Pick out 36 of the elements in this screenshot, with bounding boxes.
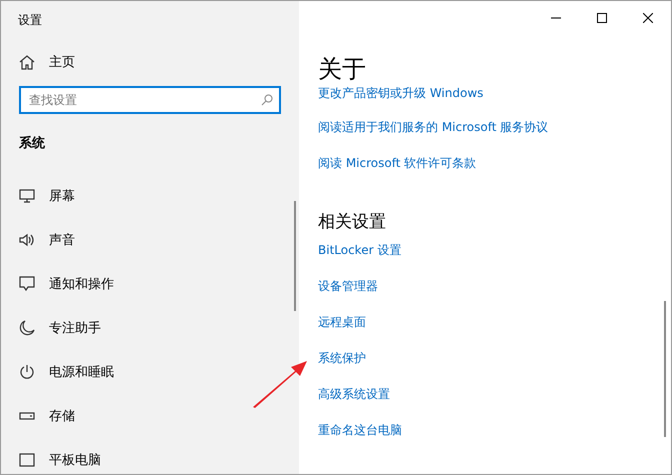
section-heading: 系统 (19, 134, 46, 152)
close-icon (643, 13, 653, 23)
maximize-icon (597, 13, 607, 23)
nav-item[interactable]: 屏幕 (1, 174, 299, 218)
nav-item[interactable]: 电源和睡眠 (1, 350, 299, 394)
page-title: 关于 (318, 54, 367, 85)
section-heading: 相关设置 (318, 211, 387, 234)
window-title: 设置 (17, 12, 43, 29)
nav-item[interactable]: 专注助手 (1, 306, 299, 350)
annotation-arrow (251, 359, 309, 409)
link[interactable]: 重命名这台电脑 (318, 422, 402, 439)
link[interactable]: BitLocker 设置 (318, 242, 402, 259)
nav-item[interactable]: 存储 (1, 394, 299, 438)
storage-drive-icon (19, 411, 35, 421)
link[interactable]: 更改产品密钥或升级 Windows (318, 85, 484, 102)
power-icon (19, 364, 35, 380)
link[interactable]: 设备管理器 (318, 278, 378, 295)
nav-item[interactable]: 通知和操作 (1, 262, 299, 306)
tablet-icon (19, 452, 35, 468)
home-icon (19, 54, 35, 70)
home-nav-item[interactable]: 主页 (19, 53, 299, 71)
speech-bubble-icon (19, 276, 35, 292)
nav-item[interactable]: 平板电脑 (1, 438, 299, 474)
link[interactable]: 系统保护 (318, 350, 366, 367)
search-field[interactable]: 查找设置 (19, 86, 281, 114)
nav-item[interactable]: 声音 (1, 218, 299, 262)
moon-icon (19, 320, 35, 336)
scrollbar[interactable] (664, 301, 666, 437)
speaker-icon (19, 233, 35, 247)
link[interactable]: 远程桌面 (318, 314, 366, 331)
search-icon (261, 94, 273, 106)
link[interactable]: 阅读适用于我们服务的 Microsoft 服务协议 (318, 119, 548, 136)
monitor-icon (19, 189, 35, 203)
scrollbar[interactable] (294, 201, 296, 311)
link[interactable]: 高级系统设置 (318, 386, 390, 403)
link[interactable]: 阅读 Microsoft 软件许可条款 (318, 155, 476, 172)
